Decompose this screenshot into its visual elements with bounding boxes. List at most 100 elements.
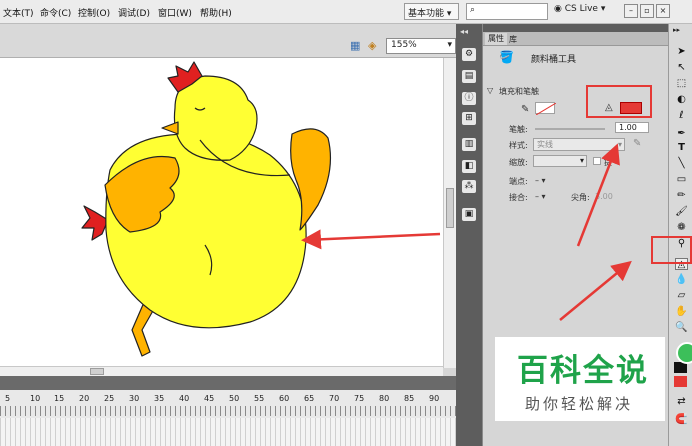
motion-icon[interactable]: ⁂ xyxy=(462,180,476,193)
pencil-icon: ✎ xyxy=(521,104,530,115)
lasso-tool-icon[interactable]: ℓ xyxy=(675,110,688,122)
3d-rotation-tool-icon[interactable]: ◐ xyxy=(675,94,688,106)
transform-icon[interactable]: ⊞ xyxy=(462,112,476,125)
pencil-tool-icon[interactable]: ✏ xyxy=(675,190,688,202)
timeline-frames[interactable] xyxy=(0,418,456,446)
scale-select[interactable]: ▾ xyxy=(533,155,587,167)
restore-icon[interactable]: ▫ xyxy=(640,4,654,18)
panel-icon-dock: ◂◂ ⚙ ▤ ⓘ ⊞ ▥ ◧ ⁂ ▣ xyxy=(456,24,482,446)
edit-style-icon[interactable]: ✎ xyxy=(633,138,641,149)
watermark: 百科全说 助你轻松解决 xyxy=(495,337,665,421)
selection-tool-icon[interactable]: ➤ xyxy=(675,46,688,58)
workspace-label: 基本功能 xyxy=(408,9,445,19)
properties-icon[interactable]: ⚙ xyxy=(462,48,476,61)
menu-window[interactable]: 窗口(W) xyxy=(158,6,192,19)
pen-tool-icon[interactable]: ✒ xyxy=(675,128,688,140)
chicken-drawing xyxy=(81,61,332,357)
section-toggle-icon[interactable]: ▽ xyxy=(487,86,493,95)
tools-panel: ▸▸ ➤ ↖ ⬚ ◐ ℓ ✒ T ╲ ▭ ✏ 🖌 ❁ ⚲ ◬ 💧 ▱ ✋ 🔍 ✎… xyxy=(668,24,692,446)
panel-collapse-bar[interactable] xyxy=(483,24,669,32)
menu-help[interactable]: 帮助(H) xyxy=(200,6,232,19)
zoom-value: 155% xyxy=(391,40,417,50)
cs-live-button[interactable]: ◉ CS Live ▾ xyxy=(554,4,605,14)
tick-label: 75 xyxy=(354,394,365,403)
tick-label: 55 xyxy=(254,394,265,403)
deco-tool-icon[interactable]: ❁ xyxy=(675,222,688,234)
stroke-slider[interactable] xyxy=(535,128,605,130)
subselection-tool-icon[interactable]: ↖ xyxy=(675,62,688,74)
menu-commands[interactable]: 命令(C) xyxy=(40,6,71,19)
style-select[interactable]: 实线 ▾ xyxy=(533,138,625,151)
chevron-down-icon: ▾ xyxy=(447,40,452,50)
cs-live-label: CS Live xyxy=(564,4,598,14)
swap-colors-icon[interactable]: ⇄ xyxy=(675,396,688,408)
chevron-down-icon: ▾ xyxy=(579,156,584,165)
search-icon: ⌕ xyxy=(470,5,476,15)
timeline-header xyxy=(0,376,456,390)
rectangle-tool-icon[interactable]: ▭ xyxy=(675,174,688,186)
join-select[interactable]: – ▾ xyxy=(535,192,546,201)
style-label: 样式: xyxy=(509,141,528,150)
cs-live-icon: ◉ xyxy=(554,4,562,14)
timeline[interactable]: 5 10 15 20 25 30 35 40 45 50 55 60 65 70… xyxy=(0,390,456,446)
menu-text[interactable]: 文本(T) xyxy=(3,6,34,19)
hand-tool-icon[interactable]: ✋ xyxy=(675,306,688,318)
collapse-icon[interactable]: ▸▸ xyxy=(673,26,680,34)
stage-canvas[interactable] xyxy=(0,58,443,366)
swatches-icon[interactable]: ▥ xyxy=(462,138,476,151)
join-label: 接合: xyxy=(509,193,528,202)
search-input[interactable]: ⌕ xyxy=(466,3,548,20)
tick-label: 10 xyxy=(30,394,41,403)
brush-tool-icon[interactable]: 🖌 xyxy=(675,206,688,218)
hint-checkbox[interactable] xyxy=(593,157,601,165)
tick-label: 30 xyxy=(129,394,140,403)
chevron-down-icon: ▾ xyxy=(617,140,622,149)
free-transform-tool-icon[interactable]: ⬚ xyxy=(675,78,688,90)
timeline-ticks xyxy=(0,406,456,416)
paint-bucket-icon: 🪣 xyxy=(499,50,514,64)
line-tool-icon[interactable]: ╲ xyxy=(675,158,688,170)
edit-symbols-icon[interactable]: ▦ xyxy=(350,39,360,52)
history-icon[interactable]: ▣ xyxy=(462,208,476,221)
stroke-label: 笔触: xyxy=(509,125,528,134)
hint-label: 提 xyxy=(604,158,612,167)
zoom-tool-icon[interactable]: 🔍 xyxy=(675,322,688,334)
vertical-scrollbar[interactable] xyxy=(443,58,456,368)
workspace-dropdown[interactable]: 基本功能 ▾ xyxy=(404,3,459,20)
fill-color-swatch[interactable] xyxy=(674,376,687,387)
minimize-icon[interactable]: – xyxy=(624,4,638,18)
tab-library[interactable]: 库 xyxy=(509,34,517,45)
cap-label: 端点: xyxy=(509,177,528,186)
tick-label: 15 xyxy=(54,394,65,403)
tick-label: 60 xyxy=(279,394,290,403)
tick-label: 70 xyxy=(329,394,340,403)
collapse-icon[interactable]: ◂◂ xyxy=(460,27,468,36)
watermark-title: 百科全说 xyxy=(517,353,649,389)
text-tool-icon[interactable]: T xyxy=(675,142,688,154)
scroll-thumb[interactable] xyxy=(446,188,454,228)
zoom-select[interactable]: 155% ▾ xyxy=(386,38,456,54)
tick-label: 50 xyxy=(229,394,240,403)
scale-label: 缩放: xyxy=(509,158,528,167)
library-icon[interactable]: ▤ xyxy=(462,70,476,83)
cap-select[interactable]: – ▾ xyxy=(535,176,546,185)
menu-control[interactable]: 控制(O) xyxy=(78,6,110,19)
edit-scene-icon[interactable]: ◈ xyxy=(368,39,376,52)
components-icon[interactable]: ◧ xyxy=(462,160,476,173)
tick-label: 45 xyxy=(204,394,215,403)
close-icon[interactable]: × xyxy=(656,4,670,18)
tick-label: 90 xyxy=(429,394,440,403)
watermark-subtitle: 助你轻松解决 xyxy=(525,395,634,413)
menu-debug[interactable]: 调试(D) xyxy=(118,6,150,19)
scroll-thumb[interactable] xyxy=(90,368,104,375)
horizontal-scrollbar[interactable] xyxy=(0,366,443,376)
tab-properties[interactable]: 属性 xyxy=(485,33,507,45)
eyedropper-tool-icon[interactable]: 💧 xyxy=(675,274,688,286)
eraser-tool-icon[interactable]: ▱ xyxy=(675,290,688,302)
tool-name: 颜料桶工具 xyxy=(531,55,577,65)
miter-value: 3.00 xyxy=(595,192,613,201)
stroke-value-field[interactable]: 1.00 xyxy=(615,122,649,133)
stroke-color-swatch[interactable] xyxy=(535,102,557,116)
info-icon[interactable]: ⓘ xyxy=(462,92,476,105)
snap-icon[interactable]: 🧲 xyxy=(675,414,688,426)
